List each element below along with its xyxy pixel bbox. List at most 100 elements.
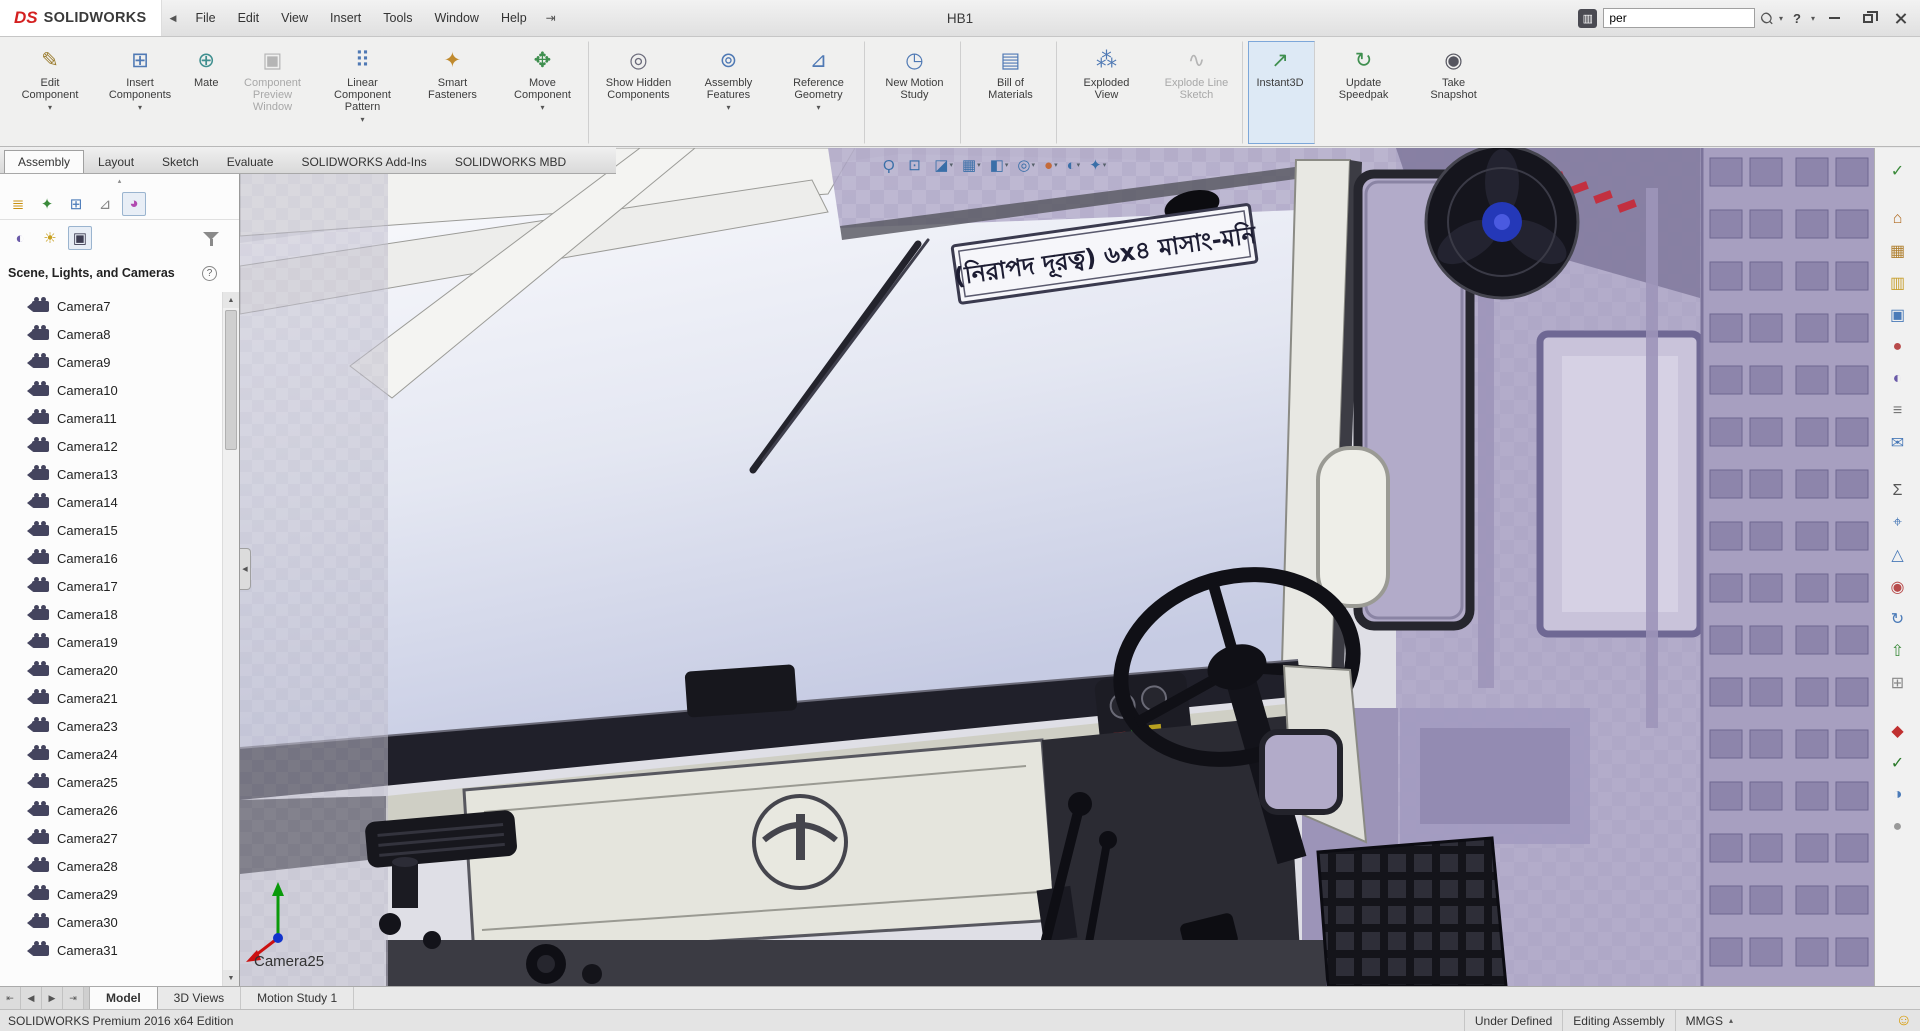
appearances-icon[interactable]: ● xyxy=(1884,334,1912,360)
search-icon[interactable]: Ϙ xyxy=(1757,8,1777,28)
tab-sketch[interactable]: Sketch xyxy=(148,150,213,173)
camera-tree-item[interactable]: Camera11 xyxy=(32,404,221,432)
tab-layout[interactable]: Layout xyxy=(84,150,148,173)
reference-geometry-button[interactable]: ⊿ Reference Geometry ▾ xyxy=(774,41,865,144)
mass-properties-icon[interactable]: △ xyxy=(1884,542,1912,568)
view-orientation-icon[interactable]: ▦ ▾ xyxy=(959,154,984,176)
mate-button[interactable]: ⊕ Mate ▾ xyxy=(186,41,226,144)
dimxpertmanager-tab[interactable]: ⊿ xyxy=(93,192,117,216)
menu-item[interactable]: View xyxy=(270,0,319,36)
menu-item[interactable]: File xyxy=(184,0,226,36)
apply-scene-icon[interactable]: ◐ ▾ xyxy=(1064,155,1084,176)
graphics-area[interactable]: (নিরাপদ দূরত্ব) ৬x৪ মাসাং-মনি xyxy=(240,148,1874,986)
search-options-caret-icon[interactable]: ▾ xyxy=(1779,14,1783,23)
camera-tree-item[interactable]: Camera10 xyxy=(32,376,221,404)
camera-tree-item[interactable]: Camera27 xyxy=(32,824,221,852)
solidworks-forum-icon[interactable]: ✉ xyxy=(1884,430,1912,456)
tab-evaluate[interactable]: Evaluate xyxy=(213,150,288,173)
panel-collapse-chevron-icon[interactable]: ▴ xyxy=(0,174,239,188)
minimize-button[interactable] xyxy=(1821,8,1848,29)
propertymanager-tab[interactable]: ✦ xyxy=(35,192,59,216)
design-library-icon[interactable]: ▦ xyxy=(1884,238,1912,264)
camera-tree-item[interactable]: Camera20 xyxy=(32,656,221,684)
search-input[interactable] xyxy=(1603,8,1755,28)
equations-icon[interactable]: Σ xyxy=(1884,478,1912,504)
camera-tree-item[interactable]: Camera12 xyxy=(32,432,221,460)
copy-settings-icon[interactable]: ⊞ xyxy=(1884,670,1912,696)
comments-icon[interactable]: ● xyxy=(1884,814,1912,840)
tab-scroll-prev-icon[interactable]: ◀ xyxy=(21,987,42,1009)
show-hidden-components-button[interactable]: ◎ Show Hidden Components ▾ xyxy=(594,41,682,144)
section-view-icon[interactable]: ◪ ▾ xyxy=(931,154,956,176)
hide-show-items-icon[interactable]: ◎ ▾ xyxy=(1014,154,1038,176)
units-selector[interactable]: MMGS ▴ xyxy=(1686,1014,1836,1028)
edit-appearance-icon[interactable]: ● ▾ xyxy=(1041,155,1061,176)
camera-tree-item[interactable]: Camera25 xyxy=(32,768,221,796)
camera-tree-item[interactable]: Camera29 xyxy=(32,880,221,908)
tab-solidworks-add-ins[interactable]: SOLIDWORKS Add-Ins xyxy=(287,150,440,173)
doc-tab-model[interactable]: Model xyxy=(90,987,158,1009)
camera-tree-item[interactable]: Camera13 xyxy=(32,460,221,488)
camera-tree-item[interactable]: Camera18 xyxy=(32,600,221,628)
tab-scroll-first-icon[interactable]: ⇤ xyxy=(0,987,21,1009)
design-checker-icon[interactable]: ✓ xyxy=(1884,158,1912,184)
doc-tab-motion-study-1[interactable]: Motion Study 1 xyxy=(241,987,354,1009)
save-as-pdf-icon[interactable]: ◆ xyxy=(1884,718,1912,744)
camera-tree-item[interactable]: Camera17 xyxy=(32,572,221,600)
menu-item[interactable]: Edit xyxy=(227,0,271,36)
view-palette-icon[interactable]: ▣ xyxy=(1884,302,1912,328)
help-icon[interactable]: ? xyxy=(1789,11,1805,26)
component-preview-window-button[interactable]: ▣ Component Preview Window ▾ xyxy=(228,41,316,144)
camera-tree-item[interactable]: Camera19 xyxy=(32,628,221,656)
linear-component-pattern-button[interactable]: ⠿ Linear Component Pattern ▾ xyxy=(318,41,406,144)
camera-tree-item[interactable]: Camera30 xyxy=(32,908,221,936)
search-scope-icon[interactable]: ▥ xyxy=(1578,9,1597,28)
view-settings-icon[interactable]: ✦ ▾ xyxy=(1086,154,1109,176)
camera-tree-item[interactable]: Camera14 xyxy=(32,488,221,516)
menu-item[interactable]: Tools xyxy=(372,0,423,36)
display-states-icon[interactable]: ◑ xyxy=(1884,782,1912,808)
camera-tree-item[interactable]: Camera9 xyxy=(32,348,221,376)
scrollbar-thumb[interactable] xyxy=(225,310,237,450)
custom-properties-icon[interactable]: ≡ xyxy=(1884,398,1912,424)
explode-line-sketch-button[interactable]: ∿ Explode Line Sketch ▾ xyxy=(1152,41,1243,144)
cameras-filter-icon[interactable]: ▣ xyxy=(68,226,92,250)
new-motion-study-button[interactable]: ◷ New Motion Study ▾ xyxy=(870,41,961,144)
camera-tree-item[interactable]: Camera21 xyxy=(32,684,221,712)
tree-scrollbar[interactable]: ▲ ▼ xyxy=(222,292,239,986)
panel-help-icon[interactable]: ? xyxy=(202,266,217,281)
menu-item[interactable]: Insert xyxy=(319,0,372,36)
scroll-down-icon[interactable]: ▼ xyxy=(223,970,239,986)
camera-tree-item[interactable]: Camera8 xyxy=(32,320,221,348)
menu-item[interactable]: Help xyxy=(490,0,538,36)
file-explorer-icon[interactable]: ▥ xyxy=(1884,270,1912,296)
move-component-button[interactable]: ✥ Move Component ▾ xyxy=(498,41,589,144)
tab-scroll-last-icon[interactable]: ⇥ xyxy=(63,987,84,1009)
scroll-up-icon[interactable]: ▲ xyxy=(223,292,239,308)
configurationmanager-tab[interactable]: ⊞ xyxy=(64,192,88,216)
help-caret-icon[interactable]: ▾ xyxy=(1811,14,1815,23)
update-speedpak-button[interactable]: ↻ Update Speedpak ▾ xyxy=(1320,41,1408,144)
assembly-features-button[interactable]: ⊚ Assembly Features ▾ xyxy=(684,41,772,144)
camera-tree-item[interactable]: Camera23 xyxy=(32,712,221,740)
scene-filter-icon[interactable]: ◐ xyxy=(8,226,32,250)
zoom-area-icon[interactable]: ⊡ ▾ xyxy=(905,154,928,176)
camera-tree-item[interactable]: Camera24 xyxy=(32,740,221,768)
tab-scroll-next-icon[interactable]: ▶ xyxy=(42,987,63,1009)
insert-components-button[interactable]: ⊞ Insert Components ▾ xyxy=(96,41,184,144)
feedback-smiley-icon[interactable]: ☺ xyxy=(1896,1012,1912,1030)
menu-pin-icon[interactable]: ⇥ xyxy=(538,11,564,25)
menu-item[interactable]: Window xyxy=(423,0,489,36)
check-active-document-icon[interactable]: ✓ xyxy=(1884,750,1912,776)
panel-collapse-tab[interactable]: ◀ xyxy=(240,548,251,590)
sensors-icon[interactable]: ◉ xyxy=(1884,574,1912,600)
tab-assembly[interactable]: Assembly xyxy=(4,150,84,173)
featuremanager-tree-tab[interactable]: ≣ xyxy=(6,192,30,216)
instant3d-button[interactable]: ↗ Instant3D ▾ xyxy=(1248,41,1314,144)
camera-tree-item[interactable]: Camera28 xyxy=(32,852,221,880)
tab-solidworks-mbd[interactable]: SOLIDWORKS MBD xyxy=(441,150,580,173)
filter-funnel-icon[interactable] xyxy=(203,231,219,246)
edit-component-button[interactable]: ✎ Edit Component ▾ xyxy=(6,41,94,144)
measure-icon[interactable]: ⌖ xyxy=(1884,510,1912,536)
displaymanager-tab[interactable]: ◕ xyxy=(122,192,146,216)
